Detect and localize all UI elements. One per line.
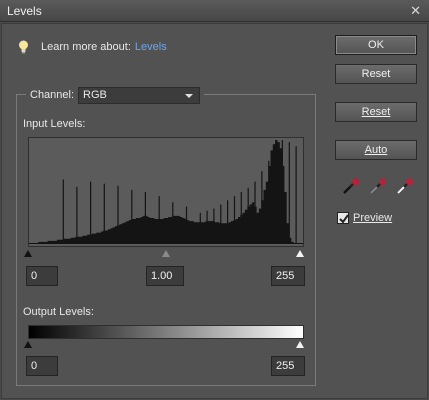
reset-channel-button-label: Reset [361, 106, 391, 118]
preview-checkbox-row[interactable]: Preview [337, 212, 392, 224]
lightbulb-icon [19, 40, 28, 54]
reset-button[interactable]: Reset [335, 64, 417, 84]
title-bar: Levels ✕ [0, 0, 429, 22]
auto-button[interactable]: Auto [335, 140, 417, 160]
histogram-plot [29, 140, 303, 244]
preview-label: Preview [353, 212, 393, 224]
reset-button-label: Reset [361, 68, 391, 80]
chevron-down-icon [185, 93, 194, 98]
input-black-point-handle[interactable] [24, 250, 32, 257]
learn-more-row: Learn more about: Levels [18, 40, 167, 54]
window-title: Levels [7, 4, 42, 18]
reset-channel-button[interactable]: Reset [335, 102, 417, 122]
input-gamma-handle[interactable] [162, 250, 170, 257]
preview-checkbox[interactable] [337, 212, 349, 224]
ok-button[interactable]: OK [335, 35, 417, 55]
channel-label: Channel: [30, 89, 75, 101]
output-gradient [28, 325, 304, 339]
white-eyedropper-icon[interactable] [395, 176, 415, 196]
output-white-field[interactable]: 255 [271, 356, 305, 376]
output-white-point-handle[interactable] [296, 341, 304, 348]
output-slider[interactable] [24, 341, 304, 351]
close-icon[interactable]: ✕ [410, 3, 421, 19]
input-slider[interactable] [24, 250, 304, 260]
channel-row: Channel: RGB [26, 86, 205, 104]
auto-button-label: Auto [364, 144, 388, 156]
input-white-point-handle[interactable] [296, 250, 304, 257]
learn-more-text: Learn more about: [41, 41, 131, 53]
output-black-point-handle[interactable] [24, 341, 32, 348]
black-eyedropper-icon[interactable] [341, 176, 361, 196]
input-white-field[interactable]: 255 [271, 266, 305, 286]
input-black-field[interactable]: 0 [26, 266, 58, 286]
ok-button-label: OK [368, 39, 384, 51]
input-gamma-field[interactable]: 1.00 [146, 266, 184, 286]
input-levels-label: Input Levels: [23, 118, 86, 130]
output-levels-label: Output Levels: [23, 306, 94, 318]
channel-select-value: RGB [83, 88, 107, 101]
gray-eyedropper-icon[interactable] [368, 176, 388, 196]
output-black-field[interactable]: 0 [26, 356, 58, 376]
checkmark-icon [339, 214, 349, 224]
channel-select[interactable]: RGB [78, 86, 201, 104]
histogram [28, 137, 304, 247]
levels-help-link[interactable]: Levels [135, 41, 167, 53]
